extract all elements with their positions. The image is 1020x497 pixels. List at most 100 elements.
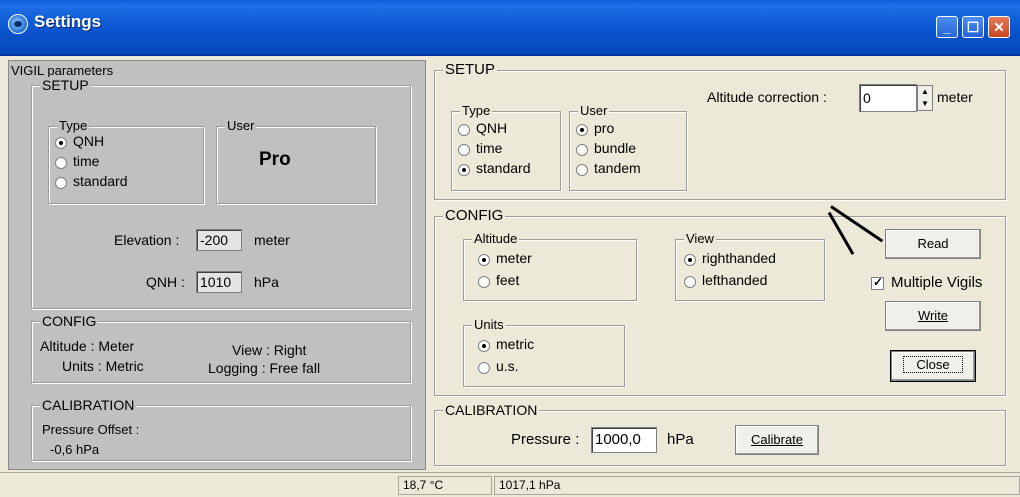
setup-type-time-radio[interactable] xyxy=(458,144,470,156)
config-legend: CONFIG xyxy=(443,207,506,224)
setup-type-qnh-radio[interactable] xyxy=(458,124,470,136)
app-eye-icon xyxy=(8,14,28,34)
setup-user-group: User pro bundle tandem xyxy=(569,103,687,191)
vigil-calibration-legend: CALIBRATION xyxy=(40,397,137,413)
setup-type-qnh-label[interactable]: QNH xyxy=(476,120,507,136)
close-icon: ✕ xyxy=(993,19,1005,35)
multiple-vigils-checkbox[interactable]: ✓ xyxy=(871,275,884,290)
config-altitude-meter-label[interactable]: meter xyxy=(496,250,532,266)
config-units-us-radio[interactable] xyxy=(478,362,490,374)
setup-type-standard-radio[interactable] xyxy=(458,164,470,176)
vigil-type-qnh-label: QNH xyxy=(73,133,105,149)
minimize-icon: _ xyxy=(943,19,951,35)
status-bar: 18,7 °C 1017,1 hPa xyxy=(0,472,1020,497)
maximize-button[interactable]: ☐ xyxy=(962,16,984,38)
config-altitude-feet-radio[interactable] xyxy=(478,276,490,288)
vigil-type-group: Type QNH time standard xyxy=(48,118,204,204)
write-button-label: Write xyxy=(917,308,949,323)
vigil-setup-legend: SETUP xyxy=(40,77,91,93)
calibration-legend: CALIBRATION xyxy=(443,402,540,418)
vigil-config-logging: Logging : Free fall xyxy=(208,360,321,376)
config-altitude-meter-radio[interactable] xyxy=(478,254,490,266)
checkmark-icon: ✓ xyxy=(873,275,884,289)
vigil-type-time-radio xyxy=(55,157,67,169)
read-button[interactable]: Read xyxy=(885,229,981,259)
pressure-unit: hPa xyxy=(667,431,694,448)
setup-type-time-label[interactable]: time xyxy=(476,140,502,156)
pressure-offset-value: -0,6 hPa xyxy=(50,442,100,457)
pressure-offset-label: Pressure Offset : xyxy=(42,422,140,437)
config-units-metric-label[interactable]: metric xyxy=(496,336,534,352)
vigil-type-qnh-radio xyxy=(55,137,67,149)
altitude-correction-input[interactable]: 0 xyxy=(859,84,917,112)
config-altitude-feet-label[interactable]: feet xyxy=(496,272,519,288)
window-title: Settings xyxy=(34,12,102,31)
multiple-vigils-label[interactable]: Multiple Vigils xyxy=(891,274,982,291)
setup-user-pro-label[interactable]: pro xyxy=(594,120,614,136)
vigil-setup-group: SETUP Type QNH time standard User Pro El… xyxy=(31,77,411,309)
vigil-type-time-label: time xyxy=(73,153,100,169)
vigil-type-standard-label: standard xyxy=(73,173,128,189)
config-units-us-label[interactable]: u.s. xyxy=(496,358,519,374)
annotation-arrow-icon xyxy=(830,205,884,243)
vigil-user-legend: User xyxy=(225,118,257,134)
spin-down-icon[interactable]: ▼ xyxy=(918,98,932,110)
config-view-lefthanded-label[interactable]: lefthanded xyxy=(702,272,767,288)
config-view-group: View righthanded lefthanded xyxy=(675,231,825,301)
calibration-group: CALIBRATION Pressure : 1000,0 hPa Calibr… xyxy=(434,402,1006,466)
config-group: CONFIG Altitude meter feet View righthan… xyxy=(434,205,1006,396)
qnh-field: 1010 xyxy=(196,271,242,293)
setup-user-tandem-label[interactable]: tandem xyxy=(594,160,641,176)
vigil-config-legend: CONFIG xyxy=(40,313,99,329)
close-button-label: Close xyxy=(903,356,963,373)
vigil-config-group: CONFIG Altitude : Meter Units : Metric V… xyxy=(31,313,411,383)
maximize-icon: ☐ xyxy=(966,19,980,35)
config-altitude-legend: Altitude xyxy=(472,231,520,247)
vigil-config-units: Units : Metric xyxy=(62,358,144,374)
elevation-label: Elevation : xyxy=(114,232,180,248)
altitude-correction-label: Altitude correction : xyxy=(707,89,827,105)
vigil-user-value: Pro xyxy=(259,149,291,170)
setup-type-group: Type QNH time standard xyxy=(451,103,561,191)
qnh-unit: hPa xyxy=(254,274,279,290)
vigil-type-standard-radio xyxy=(55,177,67,189)
setup-legend: SETUP xyxy=(443,61,498,78)
calibrate-button-label: Calibrate xyxy=(750,432,804,447)
minimize-button[interactable]: _ xyxy=(936,16,958,38)
setup-user-bundle-label[interactable]: bundle xyxy=(594,140,636,156)
setup-type-legend: Type xyxy=(460,103,493,119)
vigil-calibration-group: CALIBRATION Pressure Offset : -0,6 hPa xyxy=(31,397,411,461)
status-temperature: 18,7 °C xyxy=(398,476,492,495)
config-units-group: Units metric u.s. xyxy=(463,317,625,387)
vigil-config-altitude: Altitude : Meter xyxy=(40,338,135,354)
calibrate-button[interactable]: Calibrate xyxy=(735,425,819,455)
config-view-righthanded-radio[interactable] xyxy=(684,254,696,266)
elevation-unit: meter xyxy=(254,232,290,248)
config-altitude-group: Altitude meter feet xyxy=(463,231,637,301)
setup-user-pro-radio[interactable] xyxy=(576,124,588,136)
config-view-righthanded-label[interactable]: righthanded xyxy=(702,250,776,266)
setup-type-standard-label[interactable]: standard xyxy=(476,160,530,176)
vigil-config-view: View : Right xyxy=(232,342,307,358)
setup-user-legend: User xyxy=(578,103,610,119)
config-view-lefthanded-radio[interactable] xyxy=(684,276,696,288)
altitude-correction-unit: meter xyxy=(937,89,973,105)
setup-user-bundle-radio[interactable] xyxy=(576,144,588,156)
vigil-user-group: User Pro xyxy=(216,118,376,204)
status-pressure: 1017,1 hPa xyxy=(494,476,1020,495)
close-window-button[interactable]: ✕ xyxy=(988,16,1010,38)
config-units-metric-radio[interactable] xyxy=(478,340,490,352)
vigil-type-legend: Type xyxy=(57,118,90,134)
settings-panel: SETUP Altitude correction : 0 ▲ ▼ meter … xyxy=(430,60,1012,470)
write-button[interactable]: Write xyxy=(885,301,981,331)
title-bar[interactable]: Settings _ ☐ ✕ xyxy=(0,0,1020,56)
altitude-correction-spinner[interactable]: ▲ ▼ xyxy=(917,85,933,111)
setup-user-tandem-radio[interactable] xyxy=(576,164,588,176)
close-button[interactable]: Close xyxy=(890,350,976,382)
pressure-input[interactable]: 1000,0 xyxy=(591,427,657,453)
qnh-label: QNH : xyxy=(146,274,185,290)
elevation-field: -200 xyxy=(196,229,242,251)
pressure-label: Pressure : xyxy=(511,431,580,448)
vigil-parameters-header: VIGIL parameters xyxy=(11,63,114,78)
spin-up-icon[interactable]: ▲ xyxy=(918,86,932,98)
